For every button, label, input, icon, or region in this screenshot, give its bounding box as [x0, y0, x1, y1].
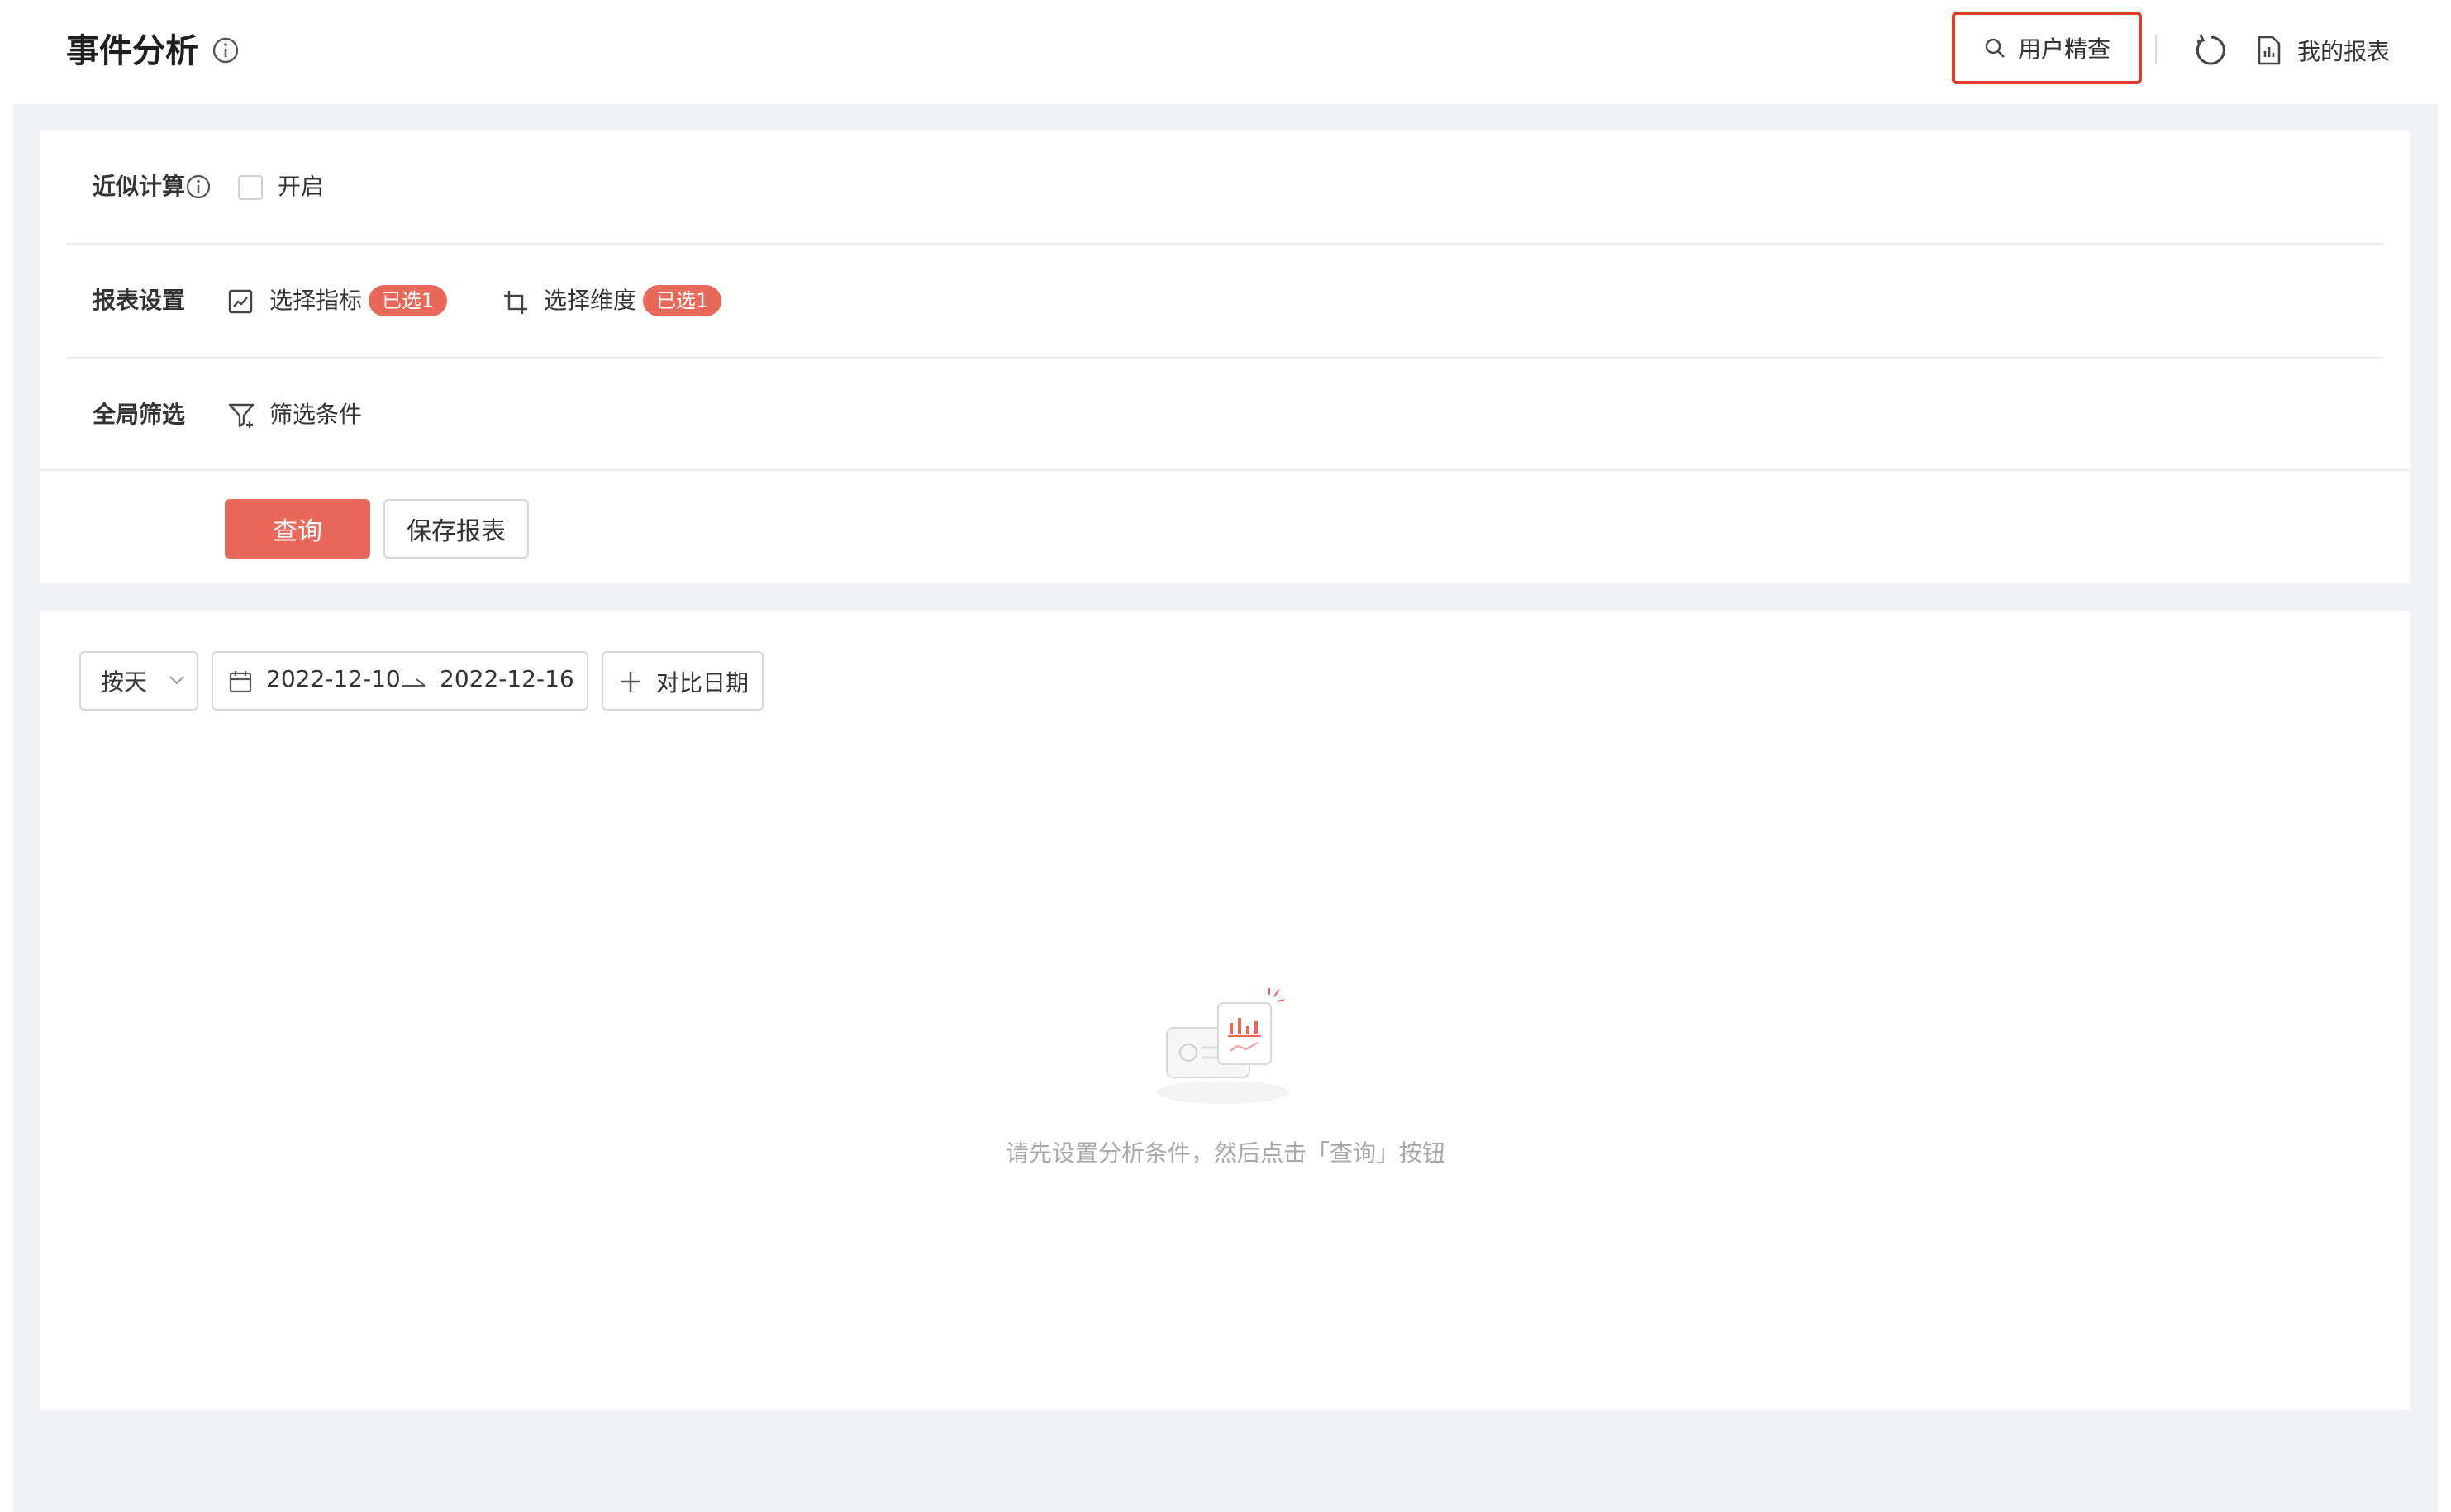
approx-label: 近似计算 — [93, 173, 186, 200]
compare-date-button[interactable]: 对比日期 — [602, 651, 764, 711]
info-icon[interactable] — [185, 174, 212, 200]
dimension-icon — [504, 291, 527, 314]
select-dimension-label: 选择维度 — [544, 287, 637, 314]
calendar-icon — [229, 671, 252, 693]
metric-icon — [228, 289, 253, 314]
date-range-picker[interactable]: 2022-12-10 2022-12-16 — [212, 651, 588, 711]
approx-checkbox[interactable] — [238, 175, 263, 200]
date-start[interactable]: 2022-12-10 — [266, 665, 401, 692]
metric-selected-badge: 已选1 — [369, 285, 448, 316]
user-inspect-button[interactable]: 用户精查 — [1952, 12, 2142, 84]
row-divider — [66, 357, 2383, 359]
save-report-button[interactable]: 保存报表 — [383, 499, 529, 559]
select-metric-label: 选择指标 — [269, 287, 363, 314]
date-end[interactable]: 2022-12-16 — [440, 665, 574, 692]
row-divider — [66, 243, 2383, 245]
search-icon — [1985, 38, 2005, 58]
header-divider — [2155, 35, 2157, 64]
filter-condition-label: 筛选条件 — [269, 401, 363, 428]
arrow-right-icon — [402, 678, 426, 687]
global-filter-label: 全局筛选 — [93, 401, 186, 428]
my-reports-label: 我的报表 — [2297, 38, 2391, 65]
approx-checkbox-label[interactable]: 开启 — [278, 170, 324, 203]
dimension-selected-badge: 已选1 — [643, 285, 722, 316]
report-icon — [2258, 36, 2281, 65]
chevron-down-icon — [169, 676, 184, 685]
filter-condition-button[interactable]: 筛选条件 — [226, 398, 383, 431]
user-inspect-label: 用户精查 — [2017, 36, 2111, 63]
row-divider — [40, 469, 2410, 471]
refresh-icon[interactable] — [2192, 31, 2230, 69]
compare-date-label: 对比日期 — [656, 669, 750, 697]
top-bar: 事件分析 用户精查 我的报表 — [0, 0, 2451, 104]
query-button[interactable]: 查询 — [225, 499, 370, 559]
filter-icon — [228, 403, 255, 428]
empty-chart-illustration — [1157, 988, 1289, 1104]
plus-icon — [621, 672, 640, 692]
granularity-select[interactable]: 按天 — [79, 651, 198, 711]
report-settings-label: 报表设置 — [93, 287, 186, 314]
my-reports-button[interactable]: 我的报表 — [2256, 30, 2390, 71]
empty-state-message: 请先设置分析条件，然后点击「查询」按钮 — [1005, 1139, 1445, 1167]
page-title: 事件分析 — [66, 32, 198, 70]
info-icon[interactable] — [212, 36, 240, 64]
granularity-value: 按天 — [101, 668, 148, 696]
